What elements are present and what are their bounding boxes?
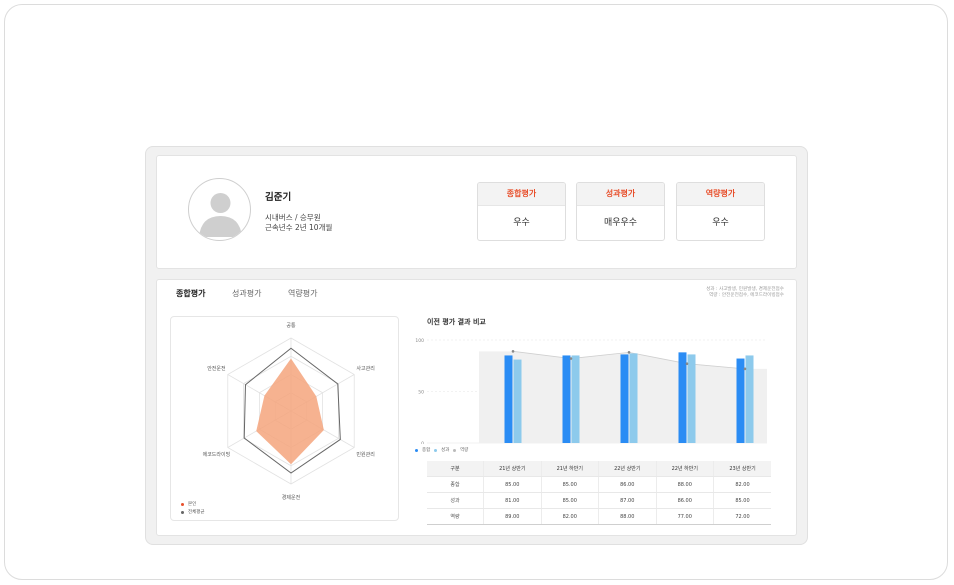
evaluation-table: 구분 21년 상반기 21년 하반기 22년 상반기 22년 하반기 23년 상… [427,461,771,525]
radar-self-area [256,358,324,465]
table-cell: 77.00 [655,508,714,525]
card-label: 성과평가 [577,183,664,206]
competency-dot-icon [453,448,456,452]
legend-label: 성과 [441,448,450,453]
tab-performance[interactable]: 성과평가 [232,288,261,299]
competency-evaluation-card: 역량평가 우수 [676,182,765,241]
employee-name: 김준기 [265,192,292,203]
bar-total [562,355,571,443]
note-competency: 역량 : 안전운전점수, 에코드라이빙점수 [708,293,784,298]
table-cell: 역량 [427,508,484,525]
tab-overall[interactable]: 종합평가 [176,288,205,299]
radar-axis-label: 경제운전 [282,494,301,501]
table-cell: 82.00 [540,508,599,525]
table-cell: 성과 [427,492,484,509]
table-cell: 85.00 [540,476,599,493]
competency-point [511,350,515,353]
table-cell: 82.00 [713,476,771,493]
competency-point [743,367,747,371]
table-cell: 85.00 [713,492,771,509]
table-row: 종합 85.00 85.00 86.00 88.00 82.00 [427,476,771,493]
profile-card: 김준기 시내버스 / 승무원 근속년수 2년 10개월 종합평가 우수 성과평가… [156,155,797,269]
table-cell: 86.00 [655,492,714,509]
table-cell: 종합 [427,476,484,493]
competency-point [569,357,573,360]
card-value: 우수 [712,218,729,228]
table-cell: 89.00 [483,508,541,525]
y-tick-label: 50 [418,390,424,396]
bar-performance [687,354,696,443]
radar-chart-box: 공통사고관리민원관리경제운전 에코드라이빙 안전운전 본인 전체평균 [170,316,399,521]
employee-tenure: 근속년수 2년 10개월 [265,223,333,232]
bar-performance [629,353,638,443]
table-header: 21년 하반기 [540,461,599,477]
legend-label: 역량 [460,448,469,453]
table-cell: 87.00 [598,492,656,509]
legend-label: 본인 [188,502,197,507]
bar-chart-title: 이전 평가 결과 비교 [427,318,486,326]
tab-competency[interactable]: 역량평가 [288,288,317,299]
evaluation-panel: 종합평가 성과평가 역량평가 성과 : 사고발생, 민원발생, 경제운전점수 역… [156,279,797,536]
competency-point [685,362,689,365]
user-icon [199,193,242,237]
table-cell: 86.00 [598,476,656,493]
average-dot-icon [181,510,184,514]
radar-axis-label: 안전운전 [207,365,226,372]
legend-self: 본인 [181,501,196,507]
radar-axis-label: 에코드라이빙 [203,451,231,458]
card-value: 우수 [513,218,530,228]
table-cell: 88.00 [598,508,656,525]
card-value: 매우우수 [603,218,638,228]
competency-point [627,351,631,354]
legend-average: 전체평균 [181,509,205,515]
table-header: 22년 상반기 [598,461,656,477]
evaluation-dashboard: 김준기 시내버스 / 승무원 근속년수 2년 10개월 종합평가 우수 성과평가… [145,146,808,545]
bar-performance [571,355,580,443]
bar-total [736,358,745,443]
table-cell: 85.00 [483,476,541,493]
overall-evaluation-card: 종합평가 우수 [477,182,566,241]
radar-axis-label: 민원관리 [356,451,374,458]
y-tick-label: 0 [421,441,424,444]
bar-legend-performance: 성과 [434,447,449,453]
bar-performance [745,355,754,443]
table-cell: 81.00 [483,492,541,509]
legend-label: 종합 [422,448,431,453]
y-tick-label: 100 [415,338,424,344]
table-header: 23년 상반기 [713,461,771,477]
card-label: 종합평가 [478,183,565,206]
table-header-row: 구분 21년 상반기 21년 하반기 22년 상반기 22년 하반기 23년 상… [427,461,771,477]
table-header: 구분 [427,461,484,477]
legend-label: 전체평균 [188,510,205,515]
radar-axis-label: 사고관리 [356,365,374,372]
performance-evaluation-card: 성과평가 매우우수 [576,182,665,241]
bar-total [678,352,687,443]
total-dot-icon [415,448,418,452]
table-cell: 72.00 [713,508,771,525]
avatar [188,178,251,241]
performance-dot-icon [434,448,437,452]
bar-performance [513,359,522,443]
radar-chart: 공통사고관리민원관리경제운전 에코드라이빙 안전운전 [203,323,375,501]
card-label: 역량평가 [677,183,764,206]
bar-legend-competency: 역량 [453,447,468,453]
table-header: 21년 상반기 [483,461,541,477]
radar-axis-label: 공통 [286,323,296,329]
table-row: 역량 89.00 82.00 88.00 77.00 72.00 [427,508,771,525]
bar-chart: 0 50 100 [415,338,767,444]
table-row: 성과 81.00 85.00 87.00 86.00 85.00 [427,492,771,509]
bar-total [620,354,629,443]
bar-legend-total: 종합 [415,447,430,453]
table-cell: 88.00 [655,476,714,493]
bar-total [504,355,513,443]
table-header: 22년 하반기 [655,461,714,477]
table-cell: 85.00 [540,492,599,509]
self-dot-icon [181,502,184,506]
